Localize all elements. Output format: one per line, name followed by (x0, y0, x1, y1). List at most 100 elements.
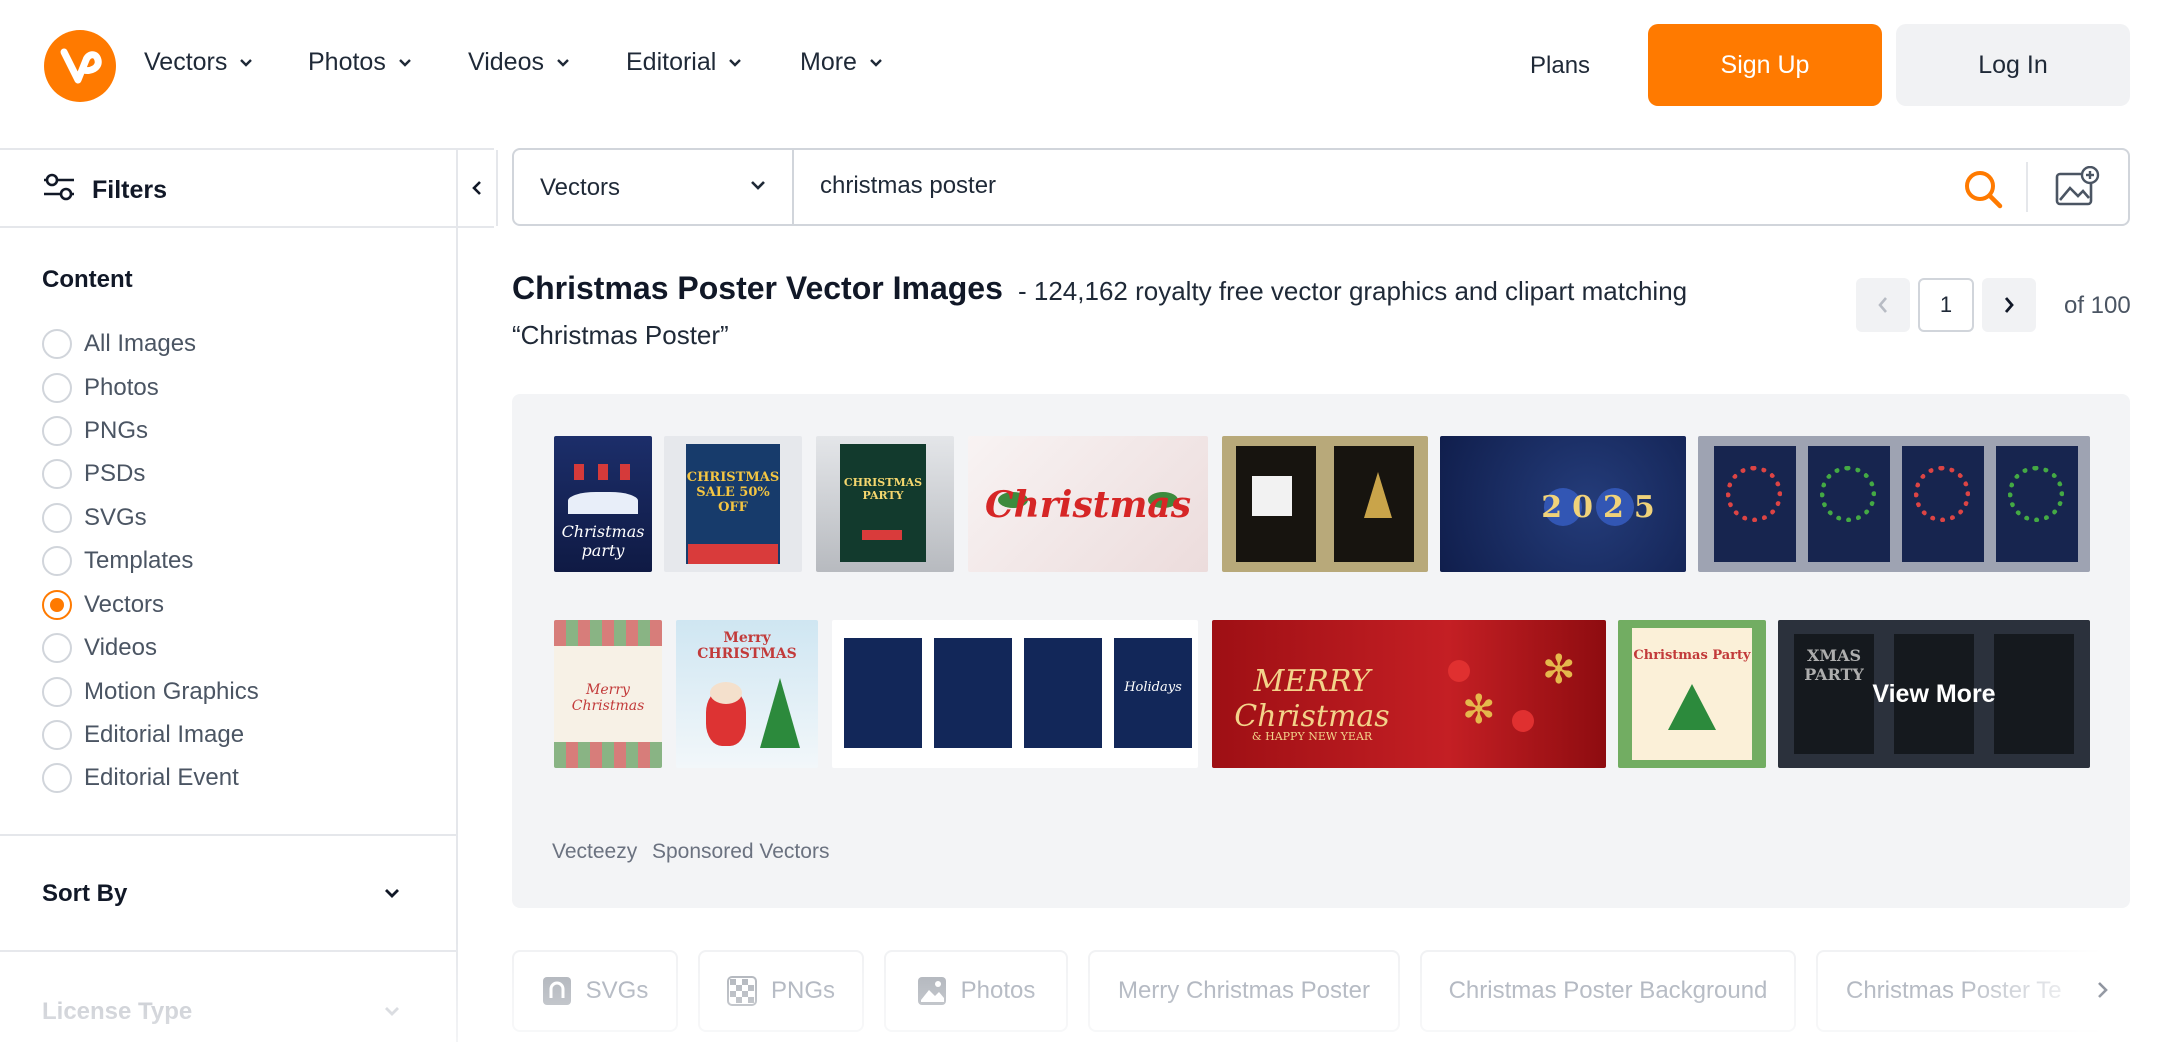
thumbnail-text: Christmas Party (1633, 648, 1751, 663)
license-type-toggle[interactable]: License Type (42, 998, 192, 1026)
sponsor-brand: Vecteezy (552, 840, 638, 863)
divider (0, 834, 456, 836)
search-input[interactable] (820, 172, 1920, 200)
next-page-button[interactable] (1982, 278, 2036, 332)
chip-label: Christmas Poster Background (1448, 977, 1768, 1004)
sponsored-thumbnail[interactable] (1222, 436, 1428, 572)
previous-page-button[interactable] (1856, 278, 1910, 332)
thumbnail-text: CHRISTMAS SALE 50% OFF (686, 470, 780, 515)
image-search-icon[interactable] (2054, 166, 2100, 208)
sponsored-thumbnail[interactable]: MERRY Christmas & HAPPY NEW YEAR ✻ ✻ (1212, 620, 1606, 768)
log-in-button[interactable]: Log In (1896, 24, 2130, 106)
chip-svgs[interactable]: SVGs (512, 950, 678, 1032)
radio-button[interactable] (42, 546, 72, 576)
radio-button[interactable] (42, 416, 72, 446)
nav-photos[interactable]: Photos (308, 48, 412, 77)
sort-by-toggle[interactable]: Sort By (42, 880, 127, 908)
chip-label: PNGs (770, 977, 835, 1004)
nav-more-label: More (800, 48, 857, 76)
content-option-label: All Images (84, 330, 197, 357)
content-option-pngs[interactable]: PNGs (42, 413, 148, 449)
radio-button[interactable] (42, 329, 72, 359)
sponsored-thumbnail[interactable]: Christmas (968, 436, 1208, 572)
thumbnail-text: Holidays (1124, 680, 1182, 695)
radio-button[interactable] (42, 763, 72, 793)
svg-file-icon (542, 977, 571, 1005)
sponsored-thumbnail[interactable]: Merry CHRISTMAS (676, 620, 818, 768)
chip-photos[interactable]: Photos (884, 950, 1068, 1032)
sponsored-thumbnail[interactable]: CHRISTMAS SALE 50% OFF (664, 436, 802, 572)
radio-button-selected[interactable] (42, 590, 72, 620)
chevron-left-icon (1878, 297, 1887, 313)
sponsored-thumbnail[interactable]: Merry Christmas (554, 620, 662, 768)
nav-vectors[interactable]: Vectors (144, 48, 253, 77)
thumbnail-text: Christmas party (561, 522, 645, 560)
thumbnail-text: MERRY Christmas (1234, 664, 1390, 734)
content-option-label: Photos (84, 374, 159, 401)
sponsored-vectors-panel: Christmas party CHRISTMAS SALE 50% OFF C… (512, 394, 2130, 908)
thumbnail-text: 2025 (1541, 490, 1665, 525)
chip-label: SVGs (585, 977, 649, 1004)
sponsored-thumbnail[interactable]: CHRISTMAS PARTY (816, 436, 954, 572)
chevron-down-icon[interactable] (384, 1006, 400, 1018)
plans-link[interactable]: Plans (1530, 52, 1590, 80)
radio-button[interactable] (42, 459, 72, 489)
results-count-text: - 124,162 royalty free vector graphics a… (1018, 276, 1688, 306)
content-option-editorial-image[interactable]: Editorial Image (42, 717, 244, 753)
sponsored-thumbnail[interactable]: XMAS PARTY View More (1778, 620, 2090, 768)
thumbnail-text: Christmas (984, 484, 1192, 526)
radio-button[interactable] (42, 677, 72, 707)
content-option-motion-graphics[interactable]: Motion Graphics (42, 674, 259, 710)
page-number-input[interactable]: 1 (1918, 278, 1974, 332)
png-checker-icon (726, 976, 757, 1006)
search-icon[interactable] (1962, 168, 2004, 210)
content-option-templates[interactable]: Templates (42, 543, 193, 579)
nav-videos[interactable]: Videos (468, 48, 570, 77)
nav-vectors-label: Vectors (144, 48, 228, 76)
top-header: Vectors Photos Videos Editorial More Pla… (0, 0, 2162, 134)
content-option-vectors[interactable]: Vectors (42, 587, 164, 623)
content-option-all-images[interactable]: All Images (42, 326, 196, 362)
chevron-down-icon (240, 58, 253, 67)
sliders-icon[interactable] (42, 172, 76, 202)
sponsored-thumbnail[interactable]: Christmas Party (1618, 620, 1766, 768)
radio-button[interactable] (42, 720, 72, 750)
thumbnail-text: CHRISTMAS PARTY (843, 476, 923, 502)
chip-christmas-poster-background[interactable]: Christmas Poster Background (1420, 950, 1796, 1032)
chevron-down-icon[interactable] (384, 888, 400, 900)
chevron-down-icon (557, 58, 569, 67)
sign-up-button[interactable]: Sign Up (1648, 24, 1882, 106)
collapse-sidebar-button[interactable] (456, 150, 498, 226)
chevron-right-icon[interactable] (2096, 980, 2110, 1000)
page-total: of 100 (2064, 292, 2131, 319)
snowflake-icon: ✻ (1542, 648, 1576, 692)
radio-button[interactable] (42, 633, 72, 663)
filters-label[interactable]: Filters (92, 176, 167, 205)
search-type-dropdown[interactable]: Vectors (514, 150, 794, 224)
vecteezy-logo-icon[interactable] (44, 30, 116, 102)
sponsored-thumbnail[interactable]: 2025 (1440, 436, 1686, 572)
content-option-psds[interactable]: PSDs (42, 456, 145, 492)
content-option-photos[interactable]: Photos (42, 370, 159, 406)
chevron-down-icon (729, 58, 742, 67)
chip-pngs[interactable]: PNGs (698, 950, 864, 1032)
content-option-editorial-event[interactable]: Editorial Event (42, 760, 239, 796)
results-query-text: “Christmas Poster” (512, 320, 729, 350)
filters-bar: Filters (0, 148, 498, 228)
content-option-videos[interactable]: Videos (42, 630, 157, 666)
chevron-down-icon (751, 181, 765, 190)
content-option-label: Videos (84, 634, 157, 661)
sponsored-thumbnail[interactable]: Christmas party (554, 436, 652, 572)
sponsored-thumbnail[interactable]: Holidays (832, 620, 1198, 768)
radio-button[interactable] (42, 503, 72, 533)
content-section-title: Content (42, 266, 133, 293)
sponsored-label: Sponsored Vectors (652, 840, 830, 863)
radio-button[interactable] (42, 373, 72, 403)
content-option-label: Editorial Image (84, 721, 245, 748)
sponsored-thumbnail[interactable] (1698, 436, 2090, 572)
view-more-button[interactable]: View More (1778, 620, 2090, 768)
chip-merry-christmas-poster[interactable]: Merry Christmas Poster (1088, 950, 1400, 1032)
content-option-svgs[interactable]: SVGs (42, 500, 147, 536)
nav-editorial[interactable]: Editorial (626, 48, 742, 77)
nav-more[interactable]: More (800, 48, 883, 77)
